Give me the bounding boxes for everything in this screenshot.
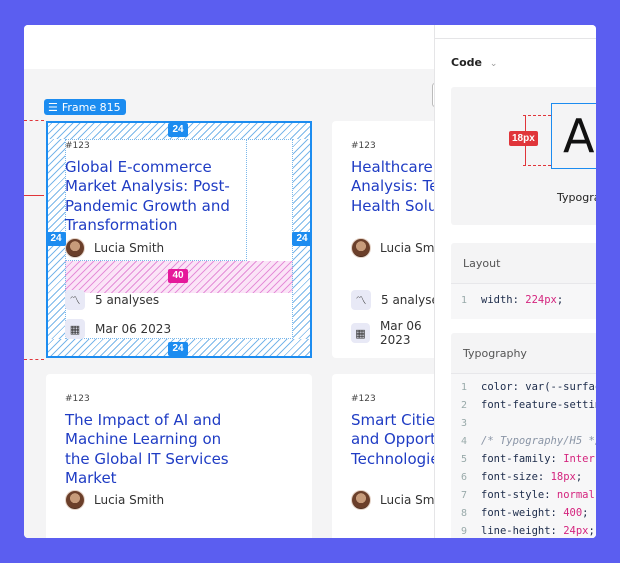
code-line: font-size: 18px; — [481, 471, 582, 483]
selection-border — [46, 121, 312, 358]
analyses-count: 5 analyses — [381, 293, 434, 307]
design-canvas[interactable]: #123 Global E-commerce Market Analysis: … — [24, 69, 434, 538]
size-dim-bottom — [523, 165, 551, 166]
semicolon: ; — [588, 525, 595, 537]
colon: : — [550, 507, 564, 519]
frame-label[interactable]: ☰ Frame 815 — [44, 99, 126, 115]
card-date: Mar 06 2023 — [379, 319, 422, 347]
frame-label-text: Frame 815 — [61, 100, 121, 114]
author-name: Lucia Smith — [94, 493, 165, 507]
card-tag: #123 — [351, 141, 376, 151]
css-val: 400 — [563, 507, 583, 519]
author-name: Lucia Smith — [380, 241, 434, 255]
spacing-badge-right: 24 — [292, 232, 312, 246]
date-row: ▦ Mar 06 2023 — [351, 319, 434, 347]
layout-section: Layout 1 width: 224px; — [451, 243, 596, 319]
card-tag: #123 — [351, 394, 376, 404]
report-card[interactable]: #123 Healthcare Market Analysis: Telemed… — [332, 121, 434, 358]
css-val: normal — [556, 489, 595, 501]
frame-icon: ☰ — [48, 100, 58, 114]
top-bar — [24, 25, 434, 69]
layout-code[interactable]: 1 width: 224px; — [451, 283, 596, 319]
line-number: 5 — [460, 454, 467, 465]
report-card-selected[interactable]: #123 Global E-commerce Market Analysis: … — [46, 121, 312, 358]
avatar — [65, 490, 85, 510]
typography-section: Typography 1 color: var(--surface 2 font… — [451, 333, 596, 538]
line-number: 4 — [460, 436, 467, 447]
code-line: width: 224px; — [481, 294, 563, 306]
line-number: 3 — [460, 418, 467, 429]
colon: : — [550, 525, 564, 537]
report-card[interactable]: #123 The Impact of AI and Machine Learni… — [46, 374, 312, 538]
gap-badge: 40 — [168, 269, 188, 283]
line-number: 1 — [460, 382, 467, 393]
card-tag: #123 — [65, 394, 90, 404]
css-val: 18px — [550, 471, 576, 483]
colon: : — [512, 294, 526, 306]
semicolon: ; — [575, 471, 583, 483]
code-line: font-style: normal — [481, 489, 595, 501]
semicolon: ; — [556, 294, 564, 306]
preview-glyph: A — [563, 109, 595, 163]
colon: : — [550, 453, 564, 465]
font-size-badge: 18px — [509, 131, 538, 146]
spacing-badge-left: 24 — [46, 232, 66, 246]
code-line: font-family: Inter — [481, 453, 595, 465]
card-title[interactable]: Healthcare Market Analysis: Telemedicine… — [351, 158, 434, 216]
code-line: font-feature-settings — [481, 399, 596, 411]
colon: : — [544, 489, 557, 501]
code-line: line-height: 24px; — [481, 525, 595, 537]
trend-icon: 〽 — [351, 290, 371, 310]
css-prop: line-height — [481, 525, 551, 537]
typography-title: Typography — [463, 347, 527, 360]
semicolon: ; — [582, 507, 589, 519]
line-number: 9 — [460, 526, 467, 537]
app-window: #123 Global E-commerce Market Analysis: … — [24, 25, 596, 538]
colon: : — [537, 471, 551, 483]
layout-title: Layout — [463, 257, 501, 270]
code-dropdown-label: Code — [451, 56, 482, 69]
line-number: 1 — [460, 295, 467, 306]
css-prop: font-style — [481, 489, 545, 501]
card-title[interactable]: Smart Cities: Potential and Opportunitie… — [351, 411, 434, 469]
code-line: color: var(--surface — [481, 381, 596, 393]
avatar — [351, 490, 371, 510]
card-author: Lucia Smith — [65, 490, 164, 510]
css-val: 24px — [563, 525, 589, 537]
code-comment: /* Typography/H5 */ — [481, 435, 596, 447]
author-name: Lucia Smith — [380, 493, 434, 507]
size-dim-top — [523, 115, 551, 116]
panel-top-divider — [435, 38, 596, 39]
preview-caption: Typography — [557, 191, 596, 204]
css-prop: font-weight — [481, 507, 551, 519]
dimension-line-mid — [24, 195, 44, 196]
spacing-badge-top: 24 — [168, 123, 188, 137]
avatar — [351, 238, 371, 258]
card-author: Lucia Smith — [351, 238, 434, 258]
css-prop: font-family — [481, 453, 551, 465]
chevron-down-icon: ⌄ — [489, 59, 498, 69]
card-title[interactable]: The Impact of AI and Machine Learning on… — [65, 411, 250, 489]
dimension-line-bottom — [24, 359, 44, 360]
spacing-badge-bottom: 24 — [168, 342, 188, 356]
typography-preview: A 18px Typography — [451, 87, 596, 225]
typography-code[interactable]: 1 color: var(--surface 2 font-feature-se… — [451, 373, 596, 538]
analyses-row: 〽 5 analyses — [351, 290, 434, 310]
css-val: Inter — [563, 453, 595, 465]
line-number: 7 — [460, 490, 467, 501]
card-author: Lucia Smith — [351, 490, 434, 510]
css-prop: width — [481, 294, 513, 306]
css-val: 224px — [525, 294, 557, 306]
line-number: 6 — [460, 472, 467, 483]
css-prop: font-size — [481, 471, 538, 483]
line-number: 8 — [460, 508, 467, 519]
line-number: 2 — [460, 400, 467, 411]
calendar-icon: ▦ — [351, 323, 370, 343]
inspect-panel: Code ⌄ A 18px Typography Layout 1 width:… — [434, 25, 596, 538]
code-line: font-weight: 400; — [481, 507, 589, 519]
dimension-line-top — [24, 120, 44, 121]
report-card[interactable]: #123 Smart Cities: Potential and Opportu… — [332, 374, 434, 538]
code-dropdown[interactable]: Code ⌄ — [451, 56, 497, 69]
